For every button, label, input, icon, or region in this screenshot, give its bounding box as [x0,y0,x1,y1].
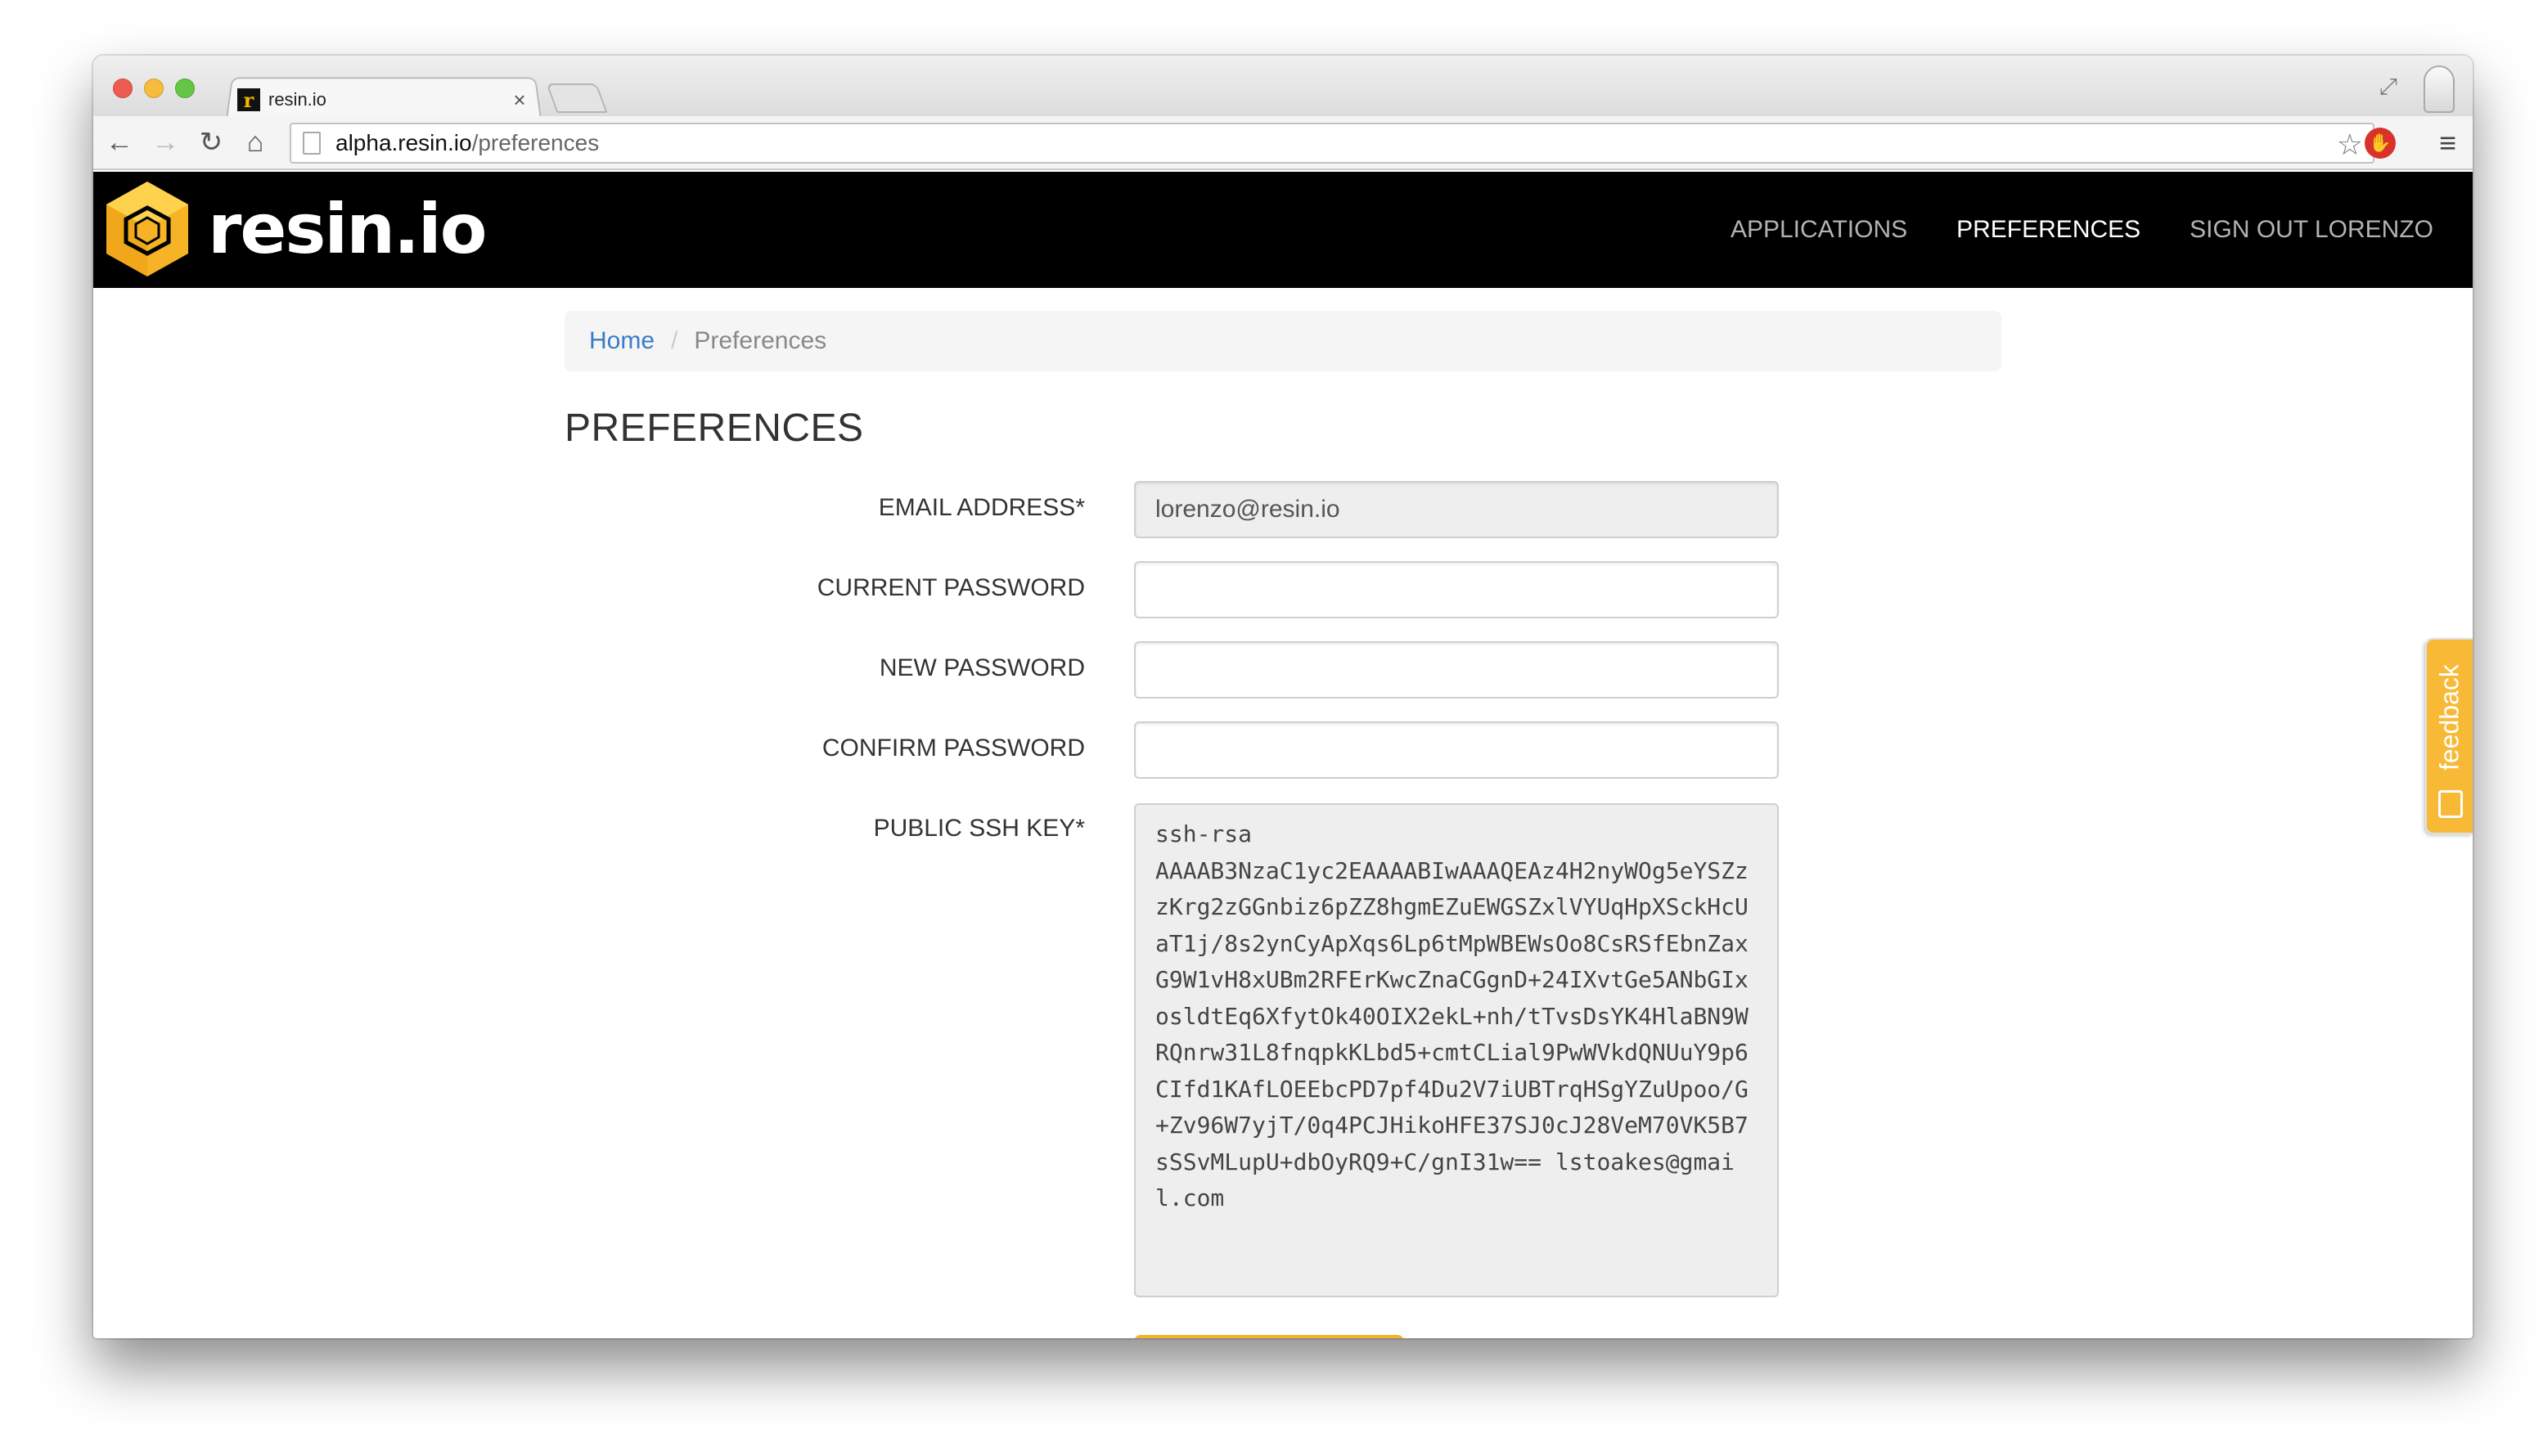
address-bar[interactable]: alpha.resin.io /preferences ☆ [290,123,2374,164]
browser-window: r resin.io × ⤢ ← → ↻ ⌂ alpha.resin.io /p… [93,56,2473,1338]
confirm-password-field[interactable] [1134,721,1779,779]
save-button[interactable] [1134,1335,1404,1338]
home-icon[interactable]: ⌂ [237,124,273,160]
forward-arrow-icon[interactable]: → [147,124,183,160]
email-label: EMAIL ADDRESS* [878,494,1085,521]
reload-icon[interactable]: ↻ [193,124,229,160]
nav-applications[interactable]: APPLICATIONS [1731,216,1907,244]
email-field[interactable] [1134,481,1779,538]
url-path: /preferences [471,130,600,155]
close-window-button[interactable] [113,79,133,98]
minimize-window-button[interactable] [144,79,164,98]
brand-name: resin.io [208,189,487,269]
feedback-note-icon [2438,790,2463,818]
tab-close-icon[interactable]: × [507,88,532,113]
confirm-password-label: CONFIRM PASSWORD [821,735,1085,762]
zoom-window-button[interactable] [175,79,195,98]
nav-links: APPLICATIONS PREFERENCES SIGN OUT LORENZ… [1731,172,2433,288]
breadcrumb: Home / Preferences [565,311,2001,371]
brand-logo[interactable]: resin.io [100,178,487,280]
back-arrow-icon[interactable]: ← [101,124,137,160]
tab-strip: r resin.io × ⤢ [93,56,2473,119]
main-container: Home / Preferences PREFERENCES EMAIL ADD… [565,311,2001,1338]
breadcrumb-current: Preferences [694,327,827,354]
profile-avatar-icon[interactable] [2424,65,2455,113]
nav-preferences[interactable]: PREFERENCES [1956,216,2140,244]
stop-hand-icon[interactable]: ✋ [2365,128,2396,159]
new-password-label: NEW PASSWORD [879,654,1085,681]
ssh-key-label: PUBLIC SSH KEY* [873,815,1085,842]
page-icon [303,132,321,155]
breadcrumb-separator: / [671,327,678,354]
nav-sign-out[interactable]: SIGN OUT LORENZO [2190,216,2433,244]
url-host: alpha.resin.io [335,130,472,155]
new-tab-button[interactable] [546,83,608,113]
browser-toolbar: ← → ↻ ⌂ alpha.resin.io /preferences ☆ ✋ … [93,116,2473,170]
tab-title: resin.io [268,89,326,110]
feedback-label: feedback [2434,664,2464,771]
page-viewport: resin.io APPLICATIONS PREFERENCES SIGN O… [93,172,2473,1338]
ssh-key-textarea[interactable]: ssh-rsa AAAAB3NzaC1yc2EAAAABIwAAAQEAz4H2… [1134,803,1779,1297]
browser-tab-content[interactable]: r resin.io × [237,83,532,116]
fullscreen-icon[interactable]: ⤢ [2379,74,2397,101]
new-password-field[interactable] [1134,641,1779,699]
current-password-label: CURRENT PASSWORD [817,574,1085,601]
breadcrumb-home-link[interactable]: Home [589,327,655,355]
site-navbar: resin.io APPLICATIONS PREFERENCES SIGN O… [93,172,2473,288]
feedback-tab[interactable]: feedback [2425,638,2473,834]
favicon-icon: r [237,88,260,112]
bookmark-star-icon[interactable]: ☆ [2337,128,2363,162]
page-title: PREFERENCES [565,407,864,450]
cube-logo-icon [106,182,188,276]
hamburger-menu-icon[interactable]: ≡ [2439,126,2456,160]
current-password-field[interactable] [1134,561,1779,618]
